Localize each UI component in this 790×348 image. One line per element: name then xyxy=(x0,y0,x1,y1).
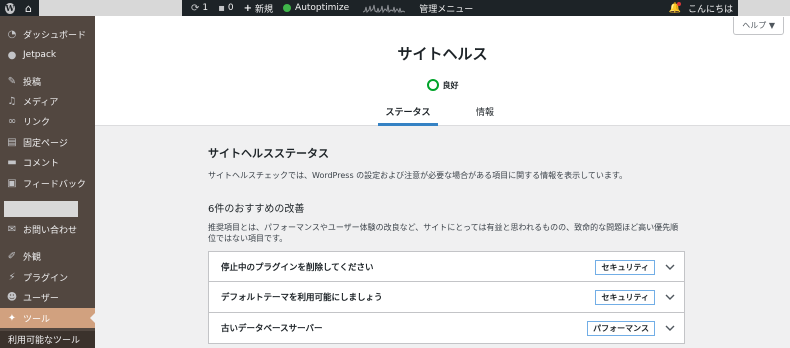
plus-icon: + xyxy=(243,2,253,14)
brush-icon: ✐ xyxy=(7,250,17,262)
sidebar-item-label: 外観 xyxy=(23,252,42,263)
tab-status[interactable]: ステータス xyxy=(378,105,438,126)
status-label: 良好 xyxy=(442,80,459,90)
submenu-available-tools[interactable]: 利用可能なツール xyxy=(0,331,95,348)
greeting-label: こんにちは xyxy=(687,4,733,15)
admin-sidebar: ◔ ダッシュボード ● Jetpack ✎ 投稿 ♫ メディア ∞ リンク ▤ … xyxy=(0,16,95,348)
sidebar-item-label: Jetpack xyxy=(23,50,57,60)
recommendation-title: デフォルトテーマを利用可能にしましょう xyxy=(221,293,383,303)
wordpress-logo-icon[interactable]: W xyxy=(0,0,20,16)
sidebar-item-links[interactable]: ∞ リンク xyxy=(0,111,95,131)
updates-count: 1 xyxy=(202,3,209,13)
recommendation-item[interactable]: 停止中のプラグインを削除してください セキュリティ xyxy=(208,251,685,282)
sidebar-item-label: コメント xyxy=(23,158,60,169)
new-content-link[interactable]: + 新規 xyxy=(239,0,278,16)
submenu-label: 利用可能なツール xyxy=(8,336,81,346)
sidebar-item-redacted[interactable] xyxy=(4,201,78,217)
chevron-down-icon[interactable] xyxy=(664,291,676,303)
section-heading: サイトヘルスステータス xyxy=(208,147,329,160)
sidebar-item-feedback[interactable]: ▣ フィードバック xyxy=(0,173,95,193)
sparkline-icon xyxy=(363,4,406,13)
sidebar-item-label: 投稿 xyxy=(23,77,42,88)
admin-bar: W ⌂ ⟳ 1 ▪ 0 + 新規 Autoptimize 管理メニュー 🔔 こん… xyxy=(0,0,790,16)
category-badge: セキュリティ xyxy=(595,260,655,275)
category-badge: パフォーマンス xyxy=(587,321,655,336)
autoptimize-link[interactable]: Autoptimize xyxy=(278,0,354,16)
sidebar-item-jetpack[interactable]: ● Jetpack xyxy=(0,45,95,65)
media-icon: ♫ xyxy=(7,95,17,107)
wrench-icon: ✦ xyxy=(7,312,17,324)
page-icon: ▤ xyxy=(7,136,17,148)
sidebar-item-pages[interactable]: ▤ 固定ページ xyxy=(0,132,95,152)
comments-count: 0 xyxy=(227,3,234,13)
autoptimize-status-icon xyxy=(283,4,292,12)
comment-bubble-icon: ▪ xyxy=(218,2,225,14)
status-good-icon xyxy=(426,79,439,91)
recommendation-item[interactable]: 古いデータベースサーバー パフォーマンス xyxy=(208,313,685,344)
sidebar-item-contact[interactable]: ✉ お問い合わせ xyxy=(0,219,95,239)
greeting[interactable]: こんにちは xyxy=(683,0,738,16)
sidebar-item-label: お問い合わせ xyxy=(23,225,78,236)
sidebar-item-label: プラグイン xyxy=(23,273,69,284)
chevron-down-icon[interactable] xyxy=(664,322,676,334)
page-title: サイトヘルス xyxy=(397,45,488,63)
recommendation-item[interactable]: デフォルトテーマを利用可能にしましょう セキュリティ xyxy=(208,282,685,313)
recommendation-list: 停止中のプラグインを削除してください セキュリティ デフォルトテーマを利用可能に… xyxy=(208,251,685,344)
stats-sparkline[interactable] xyxy=(354,0,410,16)
sidebar-item-plugins[interactable]: ⚡ プラグイン xyxy=(0,267,95,287)
site-name-redacted[interactable] xyxy=(38,0,182,16)
refresh-icon: ⟳ xyxy=(190,2,200,14)
sidebar-item-users[interactable]: ☻ ユーザー xyxy=(0,287,95,307)
sidebar-item-label: ダッシュボード xyxy=(23,30,87,41)
plugin-icon: ⚡ xyxy=(8,271,16,283)
sidebar-item-tools[interactable]: ✦ ツール xyxy=(0,308,95,328)
sidebar-item-label: 固定ページ xyxy=(23,138,68,149)
sidebar-item-comments[interactable]: ▬ コメント xyxy=(0,152,95,172)
recommendation-title: 古いデータベースサーバー xyxy=(221,324,323,334)
updates-link[interactable]: ⟳ 1 xyxy=(186,0,213,16)
autoptimize-label: Autoptimize xyxy=(295,3,350,13)
comment-icon: ▬ xyxy=(7,156,17,168)
new-label: 新規 xyxy=(255,4,274,15)
user-name-redacted[interactable] xyxy=(738,0,790,16)
comments-link[interactable]: ▪ 0 xyxy=(213,0,239,16)
sidebar-item-media[interactable]: ♫ メディア xyxy=(0,91,95,111)
jetpack-icon: ● xyxy=(7,49,17,61)
sidebar-item-dashboard[interactable]: ◔ ダッシュボード xyxy=(0,24,95,44)
sidebar-item-posts[interactable]: ✎ 投稿 xyxy=(0,71,95,91)
home-icon[interactable]: ⌂ xyxy=(20,0,37,16)
user-icon: ☻ xyxy=(6,291,18,303)
manage-menu-label: 管理メニュー xyxy=(419,4,474,15)
sidebar-item-label: フィードバック xyxy=(23,179,86,190)
site-health-header: ヘルプ ▼ サイトヘルス 良好 ステータス 情報 xyxy=(95,16,790,126)
feedback-icon: ▣ xyxy=(7,177,17,189)
manage-menu-link[interactable]: 管理メニュー xyxy=(414,0,478,16)
tab-info[interactable]: 情報 xyxy=(465,105,505,126)
category-badge: セキュリティ xyxy=(595,290,655,305)
notification-bell-icon[interactable]: 🔔 xyxy=(667,0,683,16)
recommended-description: 推奨項目とは、パフォーマンスやユーザー体験の改良など、サイトにとっては有益と思わ… xyxy=(208,223,679,243)
help-button[interactable]: ヘルプ ▼ xyxy=(733,17,784,35)
link-icon: ∞ xyxy=(7,115,17,127)
health-status: 良好 xyxy=(95,79,790,91)
recommended-heading: 6件のおすすめの改善 xyxy=(208,204,305,215)
sidebar-item-appearance[interactable]: ✐ 外観 xyxy=(0,246,95,266)
sidebar-item-label: ユーザー xyxy=(23,293,59,304)
sidebar-item-label: リンク xyxy=(23,117,51,128)
mail-icon: ✉ xyxy=(7,223,17,235)
recommendation-title: 停止中のプラグインを削除してください xyxy=(221,262,374,273)
pin-icon: ✎ xyxy=(7,75,17,87)
dashboard-icon: ◔ xyxy=(7,28,17,40)
section-description: サイトヘルスチェックでは、WordPress の設定および注意が必要な場合がある… xyxy=(208,171,628,180)
sidebar-item-label: ツール xyxy=(23,314,51,325)
chevron-down-icon[interactable] xyxy=(664,261,676,273)
sidebar-item-label: メディア xyxy=(23,97,59,108)
